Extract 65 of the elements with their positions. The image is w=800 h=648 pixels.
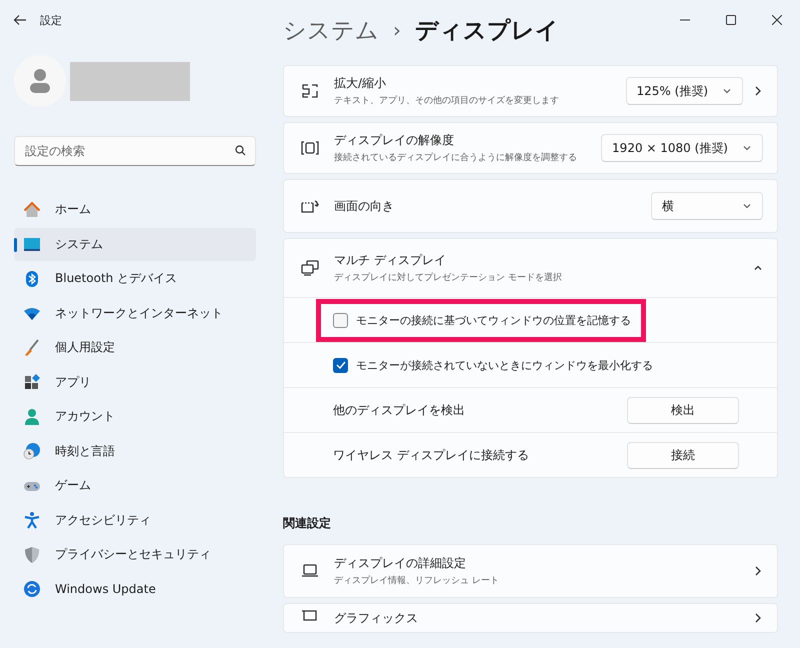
- nav-item[interactable]: 個人用設定: [14, 331, 256, 364]
- link-card[interactable]: ディスプレイの詳細設定 ディスプレイ情報、リフレッシュ レート: [283, 544, 778, 598]
- person-icon: [23, 408, 41, 426]
- person-silhouette-icon: [29, 68, 51, 94]
- action-button[interactable]: 検出: [627, 396, 739, 424]
- maximize-icon: [726, 15, 736, 25]
- setting-description: ディスプレイに対してプレゼンテーション モードを選択: [334, 271, 563, 284]
- globe-clock-icon: [23, 442, 41, 460]
- nav-item[interactable]: アカウント: [14, 400, 256, 434]
- bluetooth-icon: [23, 270, 41, 288]
- setting-title: ディスプレイの解像度: [334, 132, 455, 149]
- chevron-right-icon[interactable]: [753, 612, 763, 624]
- checkmark-icon: [336, 361, 346, 369]
- setting-title: グラフィックス: [334, 610, 419, 626]
- dropdown[interactable]: 125% (推奨): [626, 77, 743, 105]
- breadcrumb-link[interactable]: システム: [283, 14, 379, 46]
- house-icon: [23, 200, 41, 219]
- setting-label: ワイヤレス ディスプレイに接続する: [333, 446, 529, 464]
- nav-item[interactable]: ホーム: [14, 193, 256, 226]
- action-button[interactable]: 接続: [627, 442, 739, 468]
- nav-item[interactable]: ゲーム: [14, 469, 256, 502]
- checkbox[interactable]: [333, 312, 348, 328]
- chevron-right-icon[interactable]: [753, 565, 763, 577]
- two-monitors-icon: [300, 258, 320, 278]
- setting-title: 拡大/縮小: [334, 75, 388, 92]
- nav-item[interactable]: Windows Update: [14, 572, 256, 606]
- nav-item[interactable]: システム: [14, 228, 256, 261]
- close-icon: [772, 15, 782, 25]
- setting-description: ディスプレイ情報、リフレッシュ レート: [334, 574, 500, 587]
- chevron-down-icon: [722, 86, 732, 96]
- paintbrush-icon: [23, 338, 41, 357]
- back-arrow-icon: [13, 14, 27, 26]
- nav-item[interactable]: プライバシーとセキュリティ: [14, 538, 256, 572]
- chevron-down-icon: [742, 201, 752, 211]
- section-heading: 関連設定: [283, 515, 332, 532]
- sync-arrows-icon: [23, 580, 41, 598]
- app-grid-icon: [23, 373, 41, 392]
- checkbox-label: モニターが接続されていないときにウィンドウを最小化する: [356, 358, 653, 372]
- nav-item[interactable]: アプリ: [14, 366, 256, 399]
- nav-item[interactable]: Bluetooth とデバイス: [14, 262, 256, 296]
- nav-item[interactable]: アクセシビリティ: [14, 504, 256, 537]
- nav-item[interactable]: 時刻と言語: [14, 434, 256, 468]
- checkbox[interactable]: [333, 358, 348, 372]
- monitor-icon: [23, 235, 41, 254]
- setting-description: テキスト、アプリ、その他の項目のサイズを変更します: [334, 94, 560, 107]
- search-icon[interactable]: [235, 145, 246, 156]
- setting-title: 画面の向き: [334, 198, 395, 214]
- nav-item[interactable]: ネットワークとインターネット: [14, 296, 256, 330]
- chevron-down-icon: [742, 143, 752, 153]
- link-card[interactable]: グラフィックス: [283, 603, 778, 633]
- accessibility-person-icon: [23, 511, 41, 530]
- shield-icon: [23, 546, 41, 564]
- setting-title: マルチ ディスプレイ: [334, 252, 447, 269]
- breadcrumb-separator: ›: [393, 18, 401, 42]
- setting-description: 接続されているディスプレイに合うように解像度を調整する: [334, 151, 578, 164]
- setting-label: 他のディスプレイを検出: [333, 402, 465, 418]
- checkbox-label: モニターの接続に基づいてウィンドウの位置を記憶する: [356, 312, 631, 328]
- window-title: 設定: [40, 12, 62, 28]
- dropdown[interactable]: 1920 × 1080 (推奨): [601, 134, 763, 162]
- search-field[interactable]: 設定の検索: [14, 136, 256, 166]
- page-title: ディスプレイ: [415, 16, 559, 46]
- chevron-right-icon[interactable]: [753, 85, 763, 97]
- selection-indicator: [14, 238, 17, 252]
- dropdown[interactable]: 横: [651, 192, 763, 220]
- setting-title: ディスプレイの詳細設定: [334, 555, 467, 572]
